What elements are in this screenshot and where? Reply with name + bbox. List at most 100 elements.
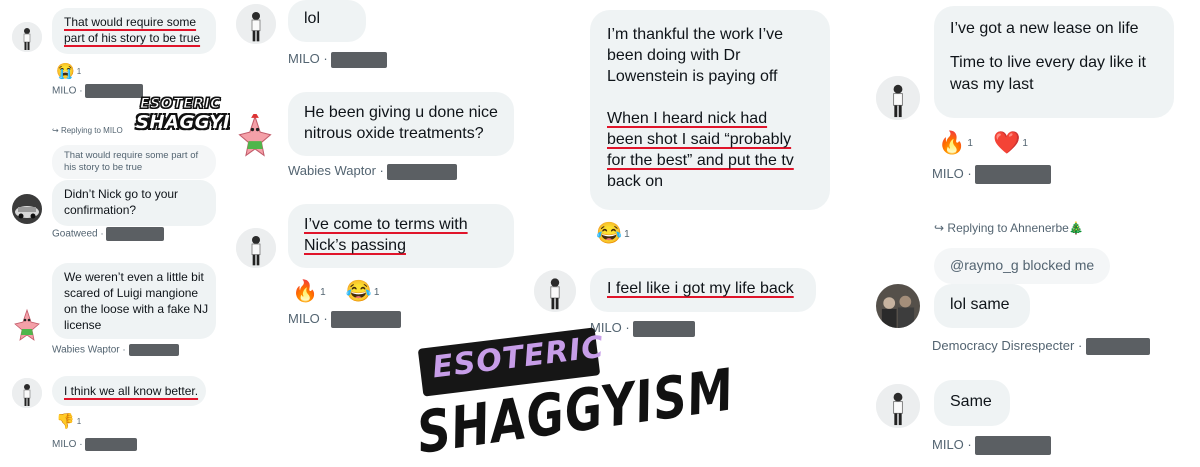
quoted-text-line: That would require some part of bbox=[64, 150, 199, 161]
message-text-line: When I heard nick had bbox=[607, 110, 768, 127]
message-text-line: for the best” and put the tv bbox=[607, 152, 794, 169]
person-icon bbox=[534, 270, 576, 312]
redacted-timestamp bbox=[128, 344, 179, 356]
stamp-line-1: ESOTERIC bbox=[140, 96, 221, 113]
reaction-row[interactable]: 😂 1 bbox=[596, 222, 630, 246]
message-bubble[interactable]: lol bbox=[288, 0, 366, 42]
redacted-timestamp bbox=[331, 51, 388, 68]
reaction-row[interactable]: 👎 1 bbox=[56, 412, 81, 430]
redacted-timestamp bbox=[975, 436, 1052, 455]
message-text-line: Lowenstein is paying off bbox=[607, 68, 778, 85]
redacted-timestamp bbox=[85, 438, 138, 451]
reaction-count: 1 bbox=[76, 66, 82, 76]
watermark-stamp-small: ESOTERIC SHAGGYISM bbox=[134, 96, 230, 140]
message-bubble[interactable]: lol same bbox=[934, 284, 1030, 328]
message-bubble[interactable]: Didn’t Nick go to your confirmation? bbox=[52, 180, 216, 226]
reaction-count: 1 bbox=[373, 286, 380, 298]
starfish-icon bbox=[14, 308, 40, 341]
message-bubble[interactable]: I’m thankful the work I’ve been doing wi… bbox=[590, 10, 830, 210]
replying-to-label[interactable]: ↪ Replying to MILO bbox=[52, 126, 123, 135]
message-text-line: nitrous oxide treatments? bbox=[304, 125, 484, 142]
person-icon bbox=[876, 384, 920, 428]
author-name: Wabies Waptor bbox=[288, 163, 376, 178]
quoted-message[interactable]: @raymo_g blocked me bbox=[934, 248, 1110, 284]
message-text-line: license bbox=[64, 318, 102, 332]
message-bubble[interactable]: I think we all know better. bbox=[52, 376, 206, 406]
reaction-row[interactable]: 🔥 1 😂 1 bbox=[292, 280, 379, 304]
message-meta: Wabies Waptor · bbox=[52, 344, 179, 356]
avatar[interactable] bbox=[12, 378, 42, 408]
person-icon bbox=[12, 378, 42, 408]
person-icon bbox=[12, 22, 42, 52]
reply-arrow-icon: ↪ bbox=[934, 221, 945, 235]
avatar[interactable] bbox=[876, 284, 920, 328]
avatar[interactable] bbox=[12, 194, 42, 224]
message-bubble[interactable]: We weren’t even a little bit scared of L… bbox=[52, 263, 216, 339]
watermark-stamp-large: ESOTERIC SHAGGYISM bbox=[410, 327, 738, 467]
message-text-line: That would require some bbox=[64, 15, 197, 29]
message-meta: MILO · bbox=[288, 51, 388, 68]
panel-1: That would require some part of his stor… bbox=[0, 0, 230, 461]
message-text-line: was my last bbox=[950, 76, 1034, 93]
avatar[interactable] bbox=[12, 22, 42, 52]
reaction-count: 1 bbox=[967, 137, 973, 149]
message-text-line: I’ve come to terms with bbox=[304, 216, 468, 233]
author-name: Goatweed bbox=[52, 228, 98, 240]
quoted-message[interactable]: That would require some part of his stor… bbox=[52, 145, 216, 179]
message-meta: MILO · bbox=[52, 438, 138, 451]
redacted-timestamp bbox=[387, 163, 458, 180]
message-bubble[interactable]: That would require some part of his stor… bbox=[52, 8, 216, 54]
message-bubble[interactable]: I feel like i got my life back bbox=[590, 268, 816, 312]
laughing-emoji-icon: 😂 bbox=[345, 280, 372, 303]
reaction-count: 1 bbox=[1022, 137, 1028, 149]
message-meta: Wabies Waptor · bbox=[288, 163, 458, 180]
message-text: Same bbox=[950, 393, 992, 410]
message-text-line: I think we all know better. bbox=[64, 384, 199, 398]
message-meta: MILO · bbox=[932, 436, 1052, 455]
person-icon bbox=[236, 4, 276, 44]
author-name: MILO bbox=[52, 439, 77, 451]
author-name: MILO bbox=[288, 311, 320, 326]
stamp-line-2: SHAGGYISM bbox=[136, 112, 230, 133]
message-text-line: back on bbox=[607, 173, 664, 190]
reaction-count: 1 bbox=[624, 228, 630, 240]
patrick-avatar[interactable] bbox=[14, 308, 40, 342]
author-name: MILO bbox=[52, 85, 77, 97]
redacted-timestamp bbox=[106, 227, 165, 241]
person-icon bbox=[236, 228, 276, 268]
panel-4: I’ve got a new lease on life Time to liv… bbox=[860, 0, 1200, 461]
message-meta: MILO · bbox=[52, 84, 144, 98]
author-name: MILO bbox=[288, 51, 320, 66]
quoted-text-line: his story to be true bbox=[64, 162, 143, 173]
avatar[interactable] bbox=[236, 4, 276, 44]
avatar[interactable] bbox=[236, 228, 276, 268]
reaction-row[interactable]: 😭 1 bbox=[56, 62, 81, 80]
patrick-avatar[interactable] bbox=[238, 111, 272, 158]
message-meta: Goatweed · bbox=[52, 227, 165, 241]
message-text-line: Time to live every day like it bbox=[950, 54, 1146, 71]
redacted-timestamp bbox=[1085, 338, 1150, 356]
message-bubble[interactable]: He been giving u done nice nitrous oxide… bbox=[288, 92, 514, 156]
message-meta: MILO · bbox=[932, 165, 1052, 184]
replying-to-label[interactable]: ↪ Replying to Ahnenerbe🎄 bbox=[934, 221, 1084, 235]
heart-emoji-icon: ❤️ bbox=[992, 130, 1021, 155]
message-meta: MILO · bbox=[288, 311, 402, 329]
avatar[interactable] bbox=[876, 76, 920, 120]
message-bubble[interactable]: I’ve got a new lease on life Time to liv… bbox=[934, 6, 1174, 118]
message-bubble[interactable]: I’ve come to terms with Nick’s passing bbox=[288, 204, 514, 268]
redacted-timestamp bbox=[975, 165, 1052, 184]
crowd-photo-icon bbox=[876, 284, 920, 328]
quoted-text: @raymo_g blocked me bbox=[950, 257, 1095, 273]
message-text: I feel like i got my life back bbox=[607, 280, 794, 297]
reaction-row[interactable]: 🔥 1 ❤️ 1 bbox=[938, 130, 1028, 156]
reply-arrow-icon: ↪ bbox=[52, 126, 59, 135]
avatar[interactable] bbox=[876, 384, 920, 428]
message-bubble[interactable]: Same bbox=[934, 380, 1010, 426]
reaction-count: 1 bbox=[320, 286, 326, 298]
message-text-line: Nick’s passing bbox=[304, 237, 406, 254]
message-text-line: on the loose with a fake NJ bbox=[64, 302, 209, 316]
laughing-emoji-icon: 😂 bbox=[596, 222, 623, 245]
message-text-line: I’ve got a new lease on life bbox=[950, 20, 1139, 37]
author-name: MILO bbox=[932, 436, 964, 452]
avatar[interactable] bbox=[534, 270, 576, 312]
